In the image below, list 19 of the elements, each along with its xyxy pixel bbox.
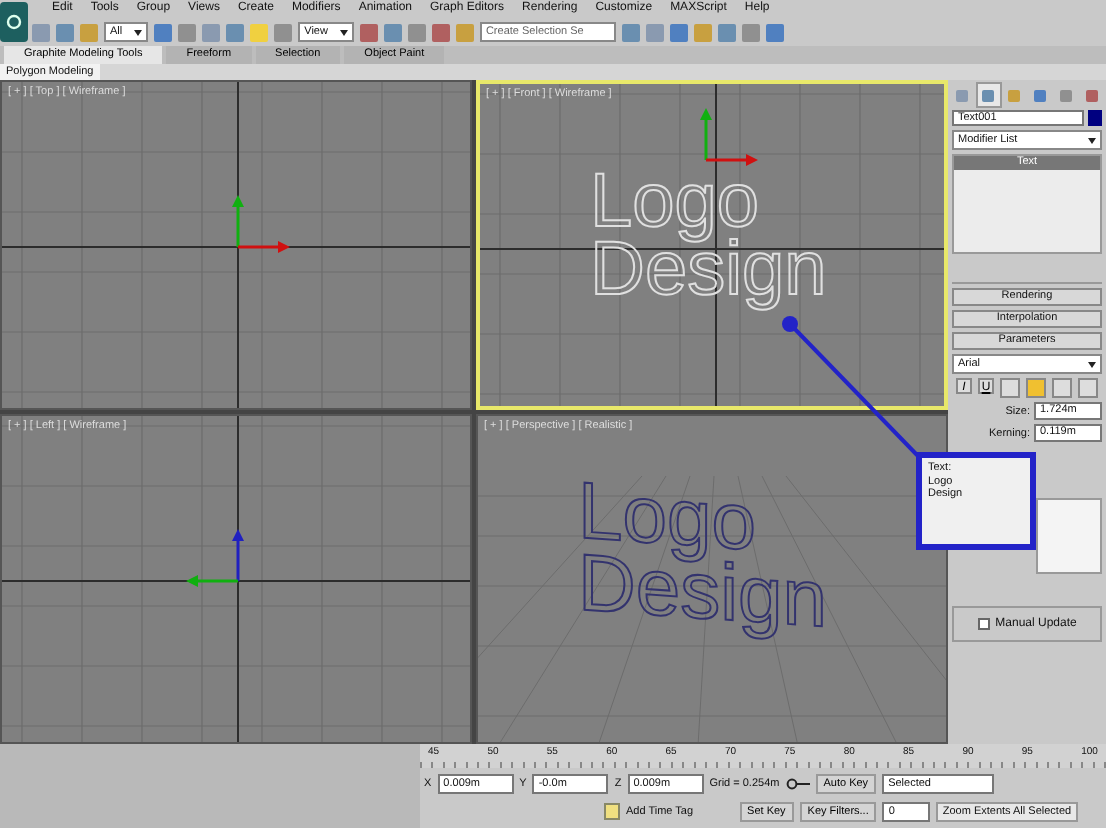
- panel-tab-icon[interactable]: [977, 84, 1000, 106]
- key-icon[interactable]: [785, 777, 810, 789]
- time-tag-icon[interactable]: [604, 802, 620, 820]
- axis-gizmo-drawing: [232, 195, 290, 253]
- panel-tab-icon[interactable]: [1054, 84, 1077, 106]
- axis-gizmo-drawing: [186, 529, 244, 587]
- checkbox[interactable]: [977, 618, 990, 630]
- align-icon[interactable]: [1000, 378, 1020, 398]
- text-area[interactable]: [1036, 498, 1102, 574]
- object-color-swatch[interactable]: [1088, 110, 1102, 126]
- align-icon[interactable]: [1052, 378, 1072, 398]
- panel-tab-icon[interactable]: [1080, 84, 1102, 106]
- panel-tab-icon[interactable]: [1003, 84, 1025, 106]
- app-logo-icon[interactable]: [0, 2, 28, 42]
- panel-tab-icon[interactable]: [1028, 84, 1051, 106]
- panel-tab-icon[interactable]: [952, 84, 974, 106]
- axis-gizmo-drawing: [700, 108, 758, 166]
- align-icon[interactable]: [1078, 378, 1098, 398]
- align-icon[interactable]: [1026, 378, 1046, 398]
